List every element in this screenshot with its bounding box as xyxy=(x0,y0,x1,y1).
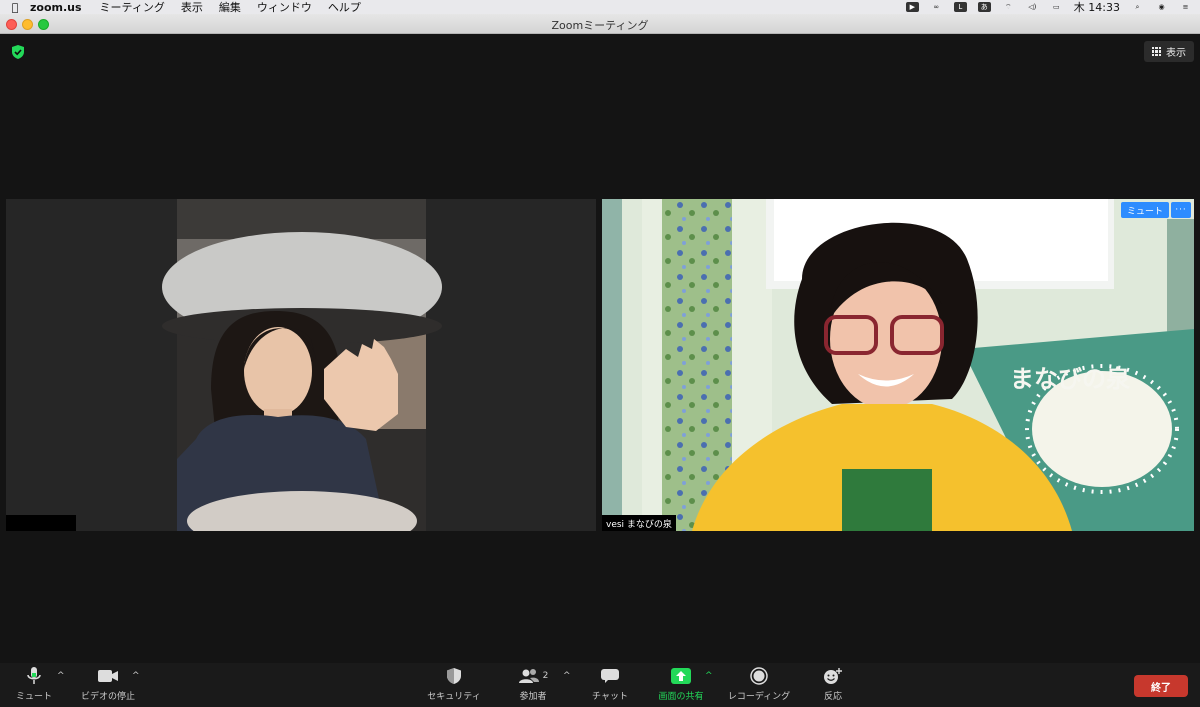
record-button[interactable]: レコーディング xyxy=(722,663,796,707)
microphone-icon xyxy=(27,667,41,684)
chat-label: チャット xyxy=(592,692,628,702)
participant-2-mute-button[interactable]: ミュート xyxy=(1120,202,1169,218)
share-screen-icon xyxy=(671,668,691,684)
grid-view-icon xyxy=(1152,47,1161,56)
menu-window[interactable]: ウィンドウ xyxy=(257,0,312,15)
chat-button[interactable]: チャット xyxy=(588,663,632,707)
stop-video-label: ビデオの停止 xyxy=(80,692,135,702)
participants-options-chevron-icon[interactable]: ^ xyxy=(563,671,571,681)
menu-app-name[interactable]: zoom.us xyxy=(30,1,82,14)
clock[interactable]: 木 14:33 xyxy=(1074,0,1120,15)
notification-center-icon[interactable]: ≡ xyxy=(1179,2,1192,12)
participant-1-name xyxy=(6,515,76,531)
creative-cloud-icon[interactable]: ∞ xyxy=(930,2,943,12)
participants-icon xyxy=(518,669,539,683)
poster-text: まなびの泉 xyxy=(1010,365,1131,393)
share-screen-label: 画面の共有 xyxy=(658,692,704,702)
share-screen-button[interactable]: 画面の共有 xyxy=(654,663,708,707)
zoom-status-icon[interactable]: ▶ xyxy=(905,2,919,12)
participant-2-video: まなびの泉 xyxy=(602,199,1194,531)
status-icons: ▶ ∞ L あ ⌔ ◁) ▭ 木 14:33 ⌕ ◉ ≡ xyxy=(905,0,1192,15)
video-camera-icon xyxy=(98,670,118,682)
window-title-bar: Zoomミーティング xyxy=(0,14,1200,34)
record-label: レコーディング xyxy=(727,692,791,702)
security-button[interactable]: セキュリティ xyxy=(424,663,484,707)
mute-button[interactable]: ミュート xyxy=(12,663,56,707)
line-app-icon[interactable]: L xyxy=(953,2,967,12)
menu-view[interactable]: 表示 xyxy=(181,0,203,15)
reactions-label: 反応 xyxy=(823,692,842,702)
security-label: セキュリティ xyxy=(427,692,481,702)
apple-logo-icon[interactable]:  xyxy=(0,1,30,14)
menu-bar:  zoom.us ミーティング 表示 編集 ウィンドウ ヘルプ ▶ ∞ L あ… xyxy=(0,0,1200,14)
participant-1-video xyxy=(6,199,596,531)
record-icon xyxy=(750,667,768,685)
meeting-info-shield-icon[interactable] xyxy=(10,44,26,60)
wifi-icon[interactable]: ⌔ xyxy=(1002,2,1015,12)
participants-label: 参加者 xyxy=(519,692,547,702)
meeting-toolbar: ミュート ^ ビデオの停止 ^ セキュリティ 2 参加者 ^ チャット 画面の共… xyxy=(0,663,1200,707)
siri-icon[interactable]: ◉ xyxy=(1155,2,1168,12)
end-meeting-button[interactable]: 終了 xyxy=(1134,675,1188,697)
security-shield-icon xyxy=(447,668,461,684)
menu-meeting[interactable]: ミーティング xyxy=(100,0,165,15)
participant-2-name: vesi まなびの泉 xyxy=(602,515,676,531)
audio-options-chevron-icon[interactable]: ^ xyxy=(57,671,65,681)
menu-help[interactable]: ヘルプ xyxy=(328,0,361,15)
battery-icon[interactable]: ▭ xyxy=(1050,2,1063,12)
view-toggle-button[interactable]: 表示 xyxy=(1144,41,1194,62)
video-options-chevron-icon[interactable]: ^ xyxy=(132,671,140,681)
participant-2-controls: ミュート ··· xyxy=(1120,202,1191,218)
video-tile-participant-2[interactable]: まなびの泉 ミュート ··· vesi まなびの泉 xyxy=(602,199,1194,531)
reactions-emoji-icon xyxy=(824,668,842,684)
mute-label: ミュート xyxy=(15,692,52,702)
volume-icon[interactable]: ◁) xyxy=(1026,2,1039,12)
participants-button[interactable]: 2 参加者 xyxy=(514,663,552,707)
video-tile-participant-1[interactable] xyxy=(6,199,596,531)
view-label: 表示 xyxy=(1166,48,1186,59)
participant-2-more-button[interactable]: ··· xyxy=(1171,202,1191,218)
window-title: Zoomミーティング xyxy=(551,19,649,32)
participants-count: 2 xyxy=(542,671,549,681)
spotlight-search-icon[interactable]: ⌕ xyxy=(1131,2,1144,12)
stop-video-button[interactable]: ビデオの停止 xyxy=(78,663,138,707)
ime-icon[interactable]: あ xyxy=(977,2,991,12)
reactions-button[interactable]: 反応 xyxy=(816,663,850,707)
menu-edit[interactable]: 編集 xyxy=(219,0,241,15)
chat-bubble-icon xyxy=(601,669,619,683)
share-options-chevron-icon[interactable]: ^ xyxy=(705,671,713,681)
